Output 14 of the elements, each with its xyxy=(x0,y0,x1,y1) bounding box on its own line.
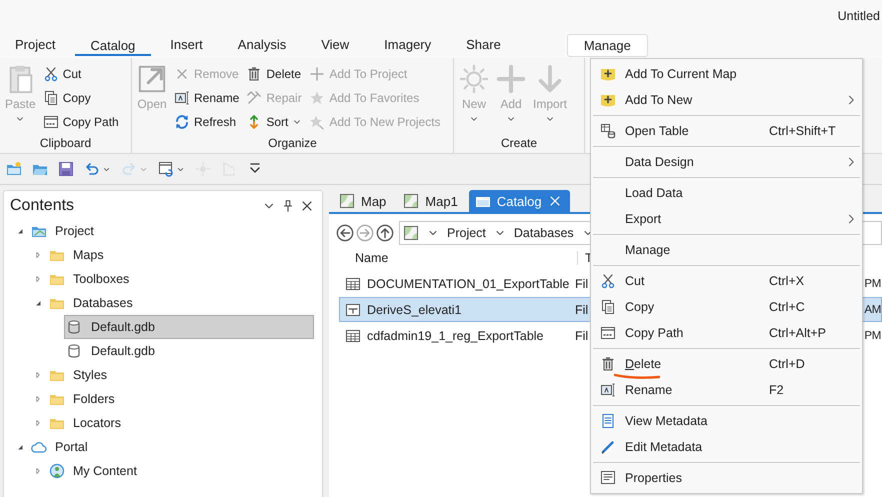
table-cell: PM xyxy=(864,330,881,342)
table-cell: Fil xyxy=(575,328,588,342)
group-label: Clipboard xyxy=(38,136,92,152)
file-name: DOCUMENTATION_01_ExportTable xyxy=(367,276,570,290)
table-cell: AM xyxy=(864,304,881,316)
table-cell: PM xyxy=(864,278,881,290)
group-label: Organize xyxy=(267,136,318,152)
group-label: Create xyxy=(500,136,538,152)
file-name: cdfadmin19_1_reg_ExportTable xyxy=(367,328,544,342)
table-cell: Fil xyxy=(575,302,588,316)
document-title: Untitled xyxy=(838,9,880,23)
pane-title: Contents xyxy=(10,197,76,215)
file-name: DeriveS_elevati1 xyxy=(367,302,462,316)
table-cell: Fil xyxy=(575,276,588,290)
